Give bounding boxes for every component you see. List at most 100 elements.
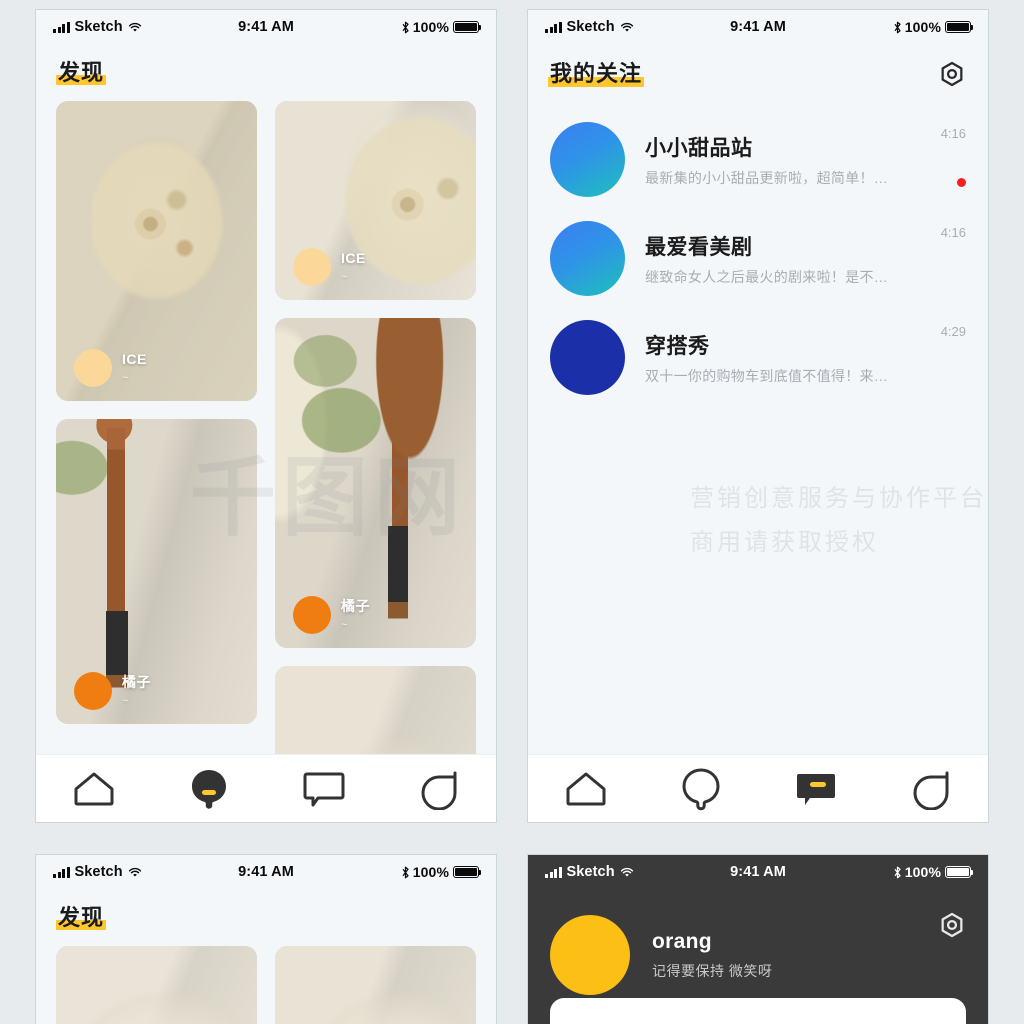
profile-identity: orang 记得要保持 微笑呀 xyxy=(652,930,772,981)
grid-column-left: ICE ~ 橘子 ~ xyxy=(56,101,257,757)
status-bar: Sketch 9:41 AM 100% xyxy=(36,10,496,44)
discover-masonry-grid xyxy=(36,940,496,1024)
battery-icon xyxy=(453,21,482,33)
badge-name: 橘子 xyxy=(341,597,370,614)
bluetooth-icon xyxy=(894,21,901,33)
profile-name: orang xyxy=(652,929,712,953)
phone-screen-follow: Sketch 9:41 AM 100% 我的关注 小小甜品站 最新集的小小甜品更… xyxy=(528,10,988,822)
page-title: 我的关注 xyxy=(547,61,645,87)
home-icon xyxy=(566,772,605,805)
speech-bubble-icon xyxy=(303,772,344,806)
status-right: 100% xyxy=(401,864,482,880)
list-item-message: 双十一你的购物车到底值不值得！来… xyxy=(645,367,889,384)
tab-home[interactable] xyxy=(36,755,151,822)
tab-discover[interactable] xyxy=(643,755,758,822)
discover-masonry-grid: ICE ~ 橘子 ~ ICE ~ 橘子 ~ xyxy=(36,95,496,758)
balloon-icon xyxy=(191,769,226,809)
list-item-time: 4:16 xyxy=(940,126,966,141)
profile-subtitle: 记得要保持 微笑呀 xyxy=(652,962,773,979)
grid-column-right: ICE ~ 橘子 ~ xyxy=(275,101,476,758)
phone-screen-profile: Sketch 9:41 AM 100% orang 记得要保持 微笑呀 xyxy=(528,855,988,1024)
card-photo xyxy=(275,666,476,758)
droplet-icon xyxy=(913,771,948,810)
tab-bar xyxy=(36,754,496,822)
list-item-meta: 4:16 xyxy=(914,122,966,197)
tab-home[interactable] xyxy=(528,755,643,822)
badge-text: 橘子 ~ xyxy=(122,674,151,709)
photo-card[interactable]: ICE ~ xyxy=(275,101,476,301)
page-title: 发现 xyxy=(55,60,107,86)
list-item-message: 最新集的小小甜品更新啦，超简单！… xyxy=(645,169,889,186)
avatar xyxy=(550,320,625,395)
carrier-label: Sketch xyxy=(566,864,615,880)
list-item[interactable]: 小小甜品站 最新集的小小甜品更新啦，超简单！… 4:16 xyxy=(550,110,966,209)
tab-messages[interactable] xyxy=(758,755,873,822)
badge-sub: ~ xyxy=(122,372,129,385)
follow-titlebar: 我的关注 xyxy=(528,44,988,98)
hexagon-gear-icon[interactable] xyxy=(938,60,966,88)
list-item-time: 4:16 xyxy=(940,225,966,240)
phone-screen-discover-bottom: Sketch 9:41 AM 100% 发现 xyxy=(36,855,496,1024)
photo-card[interactable] xyxy=(275,666,476,758)
battery-icon xyxy=(945,866,974,878)
tab-messages[interactable] xyxy=(266,755,381,822)
discover-titlebar: 发现 xyxy=(36,44,496,95)
wifi-icon xyxy=(620,867,633,877)
list-item-body: 穿搭秀 双十一你的购物车到底值不值得！来… xyxy=(645,330,894,386)
badge-sub: ~ xyxy=(341,619,348,632)
status-left: Sketch xyxy=(53,19,142,35)
battery-percent-label: 100% xyxy=(412,864,449,880)
profile-header: orang 记得要保持 微笑呀 xyxy=(528,889,988,995)
card-badge: 橘子 ~ xyxy=(293,596,370,635)
badge-dot-icon xyxy=(293,248,331,287)
carrier-label: Sketch xyxy=(566,19,615,35)
photo-card[interactable]: 橘子 ~ xyxy=(56,419,257,725)
list-item-time: 4:29 xyxy=(940,324,966,339)
status-left: Sketch xyxy=(53,864,142,880)
list-item-meta: 4:29 xyxy=(914,320,966,395)
status-right: 100% xyxy=(893,864,974,880)
badge-dot-icon xyxy=(74,672,112,711)
bluetooth-icon xyxy=(894,866,901,878)
tab-discover[interactable] xyxy=(151,755,266,822)
status-bar: Sketch 9:41 AM 100% xyxy=(528,10,988,44)
mockup-canvas: Sketch 9:41 AM 100% 发现 ICE ~ 橘子 ~ ICE ~ … xyxy=(0,0,1024,1024)
battery-percent-label: 100% xyxy=(412,19,449,35)
status-left: Sketch xyxy=(545,864,634,880)
signal-bars-icon xyxy=(53,21,70,33)
droplet-icon xyxy=(421,771,456,810)
hexagon-gear-icon[interactable] xyxy=(938,911,966,939)
avatar[interactable] xyxy=(550,915,630,995)
bluetooth-icon xyxy=(402,21,409,33)
profile-content-sheet xyxy=(550,998,966,1024)
balloon-icon xyxy=(682,768,719,810)
photo-card[interactable]: 橘子 ~ xyxy=(275,318,476,649)
list-item[interactable]: 最爱看美剧 继致命女人之后最火的剧来啦！是不… 4:16 xyxy=(550,209,966,308)
list-item-body: 最爱看美剧 继致命女人之后最火的剧来啦！是不… xyxy=(645,231,894,287)
avatar xyxy=(550,221,625,296)
bluetooth-icon xyxy=(402,866,409,878)
photo-card[interactable]: ICE ~ xyxy=(56,101,257,402)
grid-column-left xyxy=(56,946,257,1024)
signal-bars-icon xyxy=(53,866,70,878)
badge-name: ICE xyxy=(341,249,366,266)
photo-card[interactable] xyxy=(56,946,257,1024)
wifi-icon xyxy=(128,22,141,32)
list-item-body: 小小甜品站 最新集的小小甜品更新啦，超简单！… xyxy=(645,132,894,188)
signal-bars-icon xyxy=(545,21,562,33)
status-bar: Sketch 9:41 AM 100% xyxy=(528,855,988,889)
badge-dot-icon xyxy=(293,596,331,635)
carrier-label: Sketch xyxy=(74,19,123,35)
list-item-name: 最爱看美剧 xyxy=(645,235,753,259)
photo-card[interactable] xyxy=(275,946,476,1024)
list-item[interactable]: 穿搭秀 双十一你的购物车到底值不值得！来… 4:29 xyxy=(550,308,966,407)
discover-titlebar: 发现 xyxy=(36,889,496,940)
grid-column-right xyxy=(275,946,476,1024)
tab-profile[interactable] xyxy=(873,755,988,822)
battery-percent-label: 100% xyxy=(904,864,941,880)
badge-name: ICE xyxy=(122,350,147,367)
badge-sub: ~ xyxy=(122,695,129,708)
status-bar: Sketch 9:41 AM 100% xyxy=(36,855,496,889)
tab-profile[interactable] xyxy=(381,755,496,822)
avatar xyxy=(550,122,625,197)
